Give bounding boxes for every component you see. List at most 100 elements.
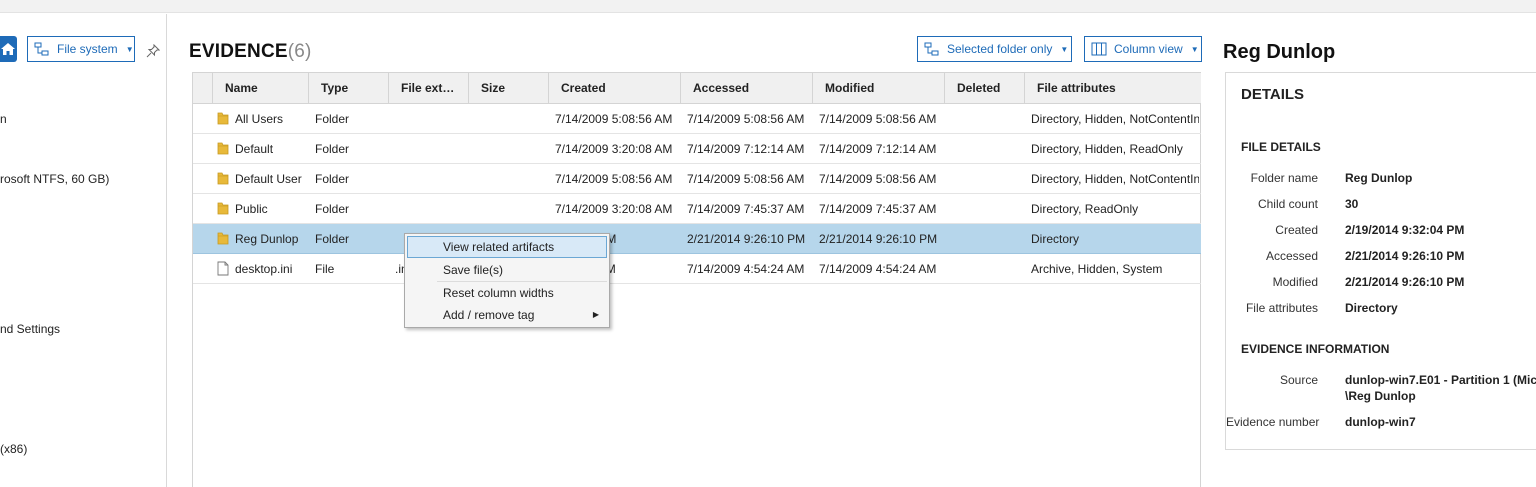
folder-filter-label: Selected folder only [947, 42, 1053, 56]
evidence-count: (6) [287, 41, 312, 62]
column-header-file-attributes[interactable]: File attributes [1025, 73, 1201, 104]
folder-filter-select[interactable]: Selected folder only ▼ [917, 36, 1072, 62]
file-details-heading: FILE DETAILS [1241, 140, 1321, 154]
cell-accessed: 7/14/2009 5:08:56 AM [687, 112, 805, 126]
detail-label: Modified [1272, 275, 1318, 289]
cell-modified: 7/14/2009 5:08:56 AM [819, 172, 937, 186]
cell-name: desktop.ini [235, 262, 293, 276]
table-row[interactable]: Default User Folder 7/14/2009 5:08:56 AM 7/… [193, 164, 1201, 194]
column-header-deleted[interactable]: Deleted [945, 73, 1025, 104]
tree-item[interactable]: n [0, 112, 7, 126]
cell-modified: 7/14/2009 7:12:14 AM [819, 142, 937, 156]
details-panel: DETAILS FILE DETAILS Folder name Reg Dun… [1225, 72, 1536, 450]
detail-value: 2/21/2014 9:26:10 PM [1345, 275, 1465, 289]
tree-view-icon [34, 42, 49, 56]
menu-item-add-remove-tag[interactable]: Add / remove tag ▶ [407, 304, 607, 326]
cell-ext [395, 194, 469, 224]
cell-size [475, 104, 549, 134]
view-mode-label: Column view [1114, 42, 1183, 56]
home-icon [1, 43, 15, 55]
context-menu: View related artifacts Save file(s) Rese… [404, 233, 610, 328]
cell-deleted [951, 194, 1025, 224]
cell-accessed: 2/21/2014 9:26:10 PM [687, 232, 806, 246]
cell-size [475, 164, 549, 194]
table-row[interactable]: Public Folder 7/14/2009 3:20:08 AM 7/14/200… [193, 194, 1201, 224]
table-row[interactable]: Reg DunlopFolder9:32:04 PM2/21/2014 9:26… [193, 224, 1201, 254]
cell-modified: 2/21/2014 9:26:10 PM [819, 232, 938, 246]
details-heading: DETAILS [1241, 86, 1305, 103]
cell-created: 7/14/2009 5:08:56 AM [555, 172, 673, 186]
grid-header: Name Type File ext… Size Created Accesse… [193, 73, 1201, 104]
detail-label: File attributes [1245, 301, 1318, 315]
column-header-modified[interactable]: Modified [813, 73, 945, 104]
detail-value: dunlop-win7 [1345, 415, 1416, 429]
cell-attributes: Directory [1031, 232, 1080, 246]
cell-accessed: 7/14/2009 7:12:14 AM [687, 142, 805, 156]
tree-item[interactable]: rosoft NTFS, 60 GB) [0, 172, 109, 186]
detail-label: Created [1275, 223, 1318, 237]
menu-item-save-files[interactable]: Save file(s) [407, 259, 607, 281]
tree-item[interactable]: nd Settings [0, 322, 60, 336]
cell-type: Folder [315, 172, 350, 186]
column-view-icon [1091, 42, 1107, 56]
detail-value: Directory [1345, 301, 1398, 315]
cell-attributes: Directory, ReadOnly [1031, 202, 1139, 216]
folder-icon [217, 231, 229, 248]
cell-name: Default User [235, 172, 302, 186]
table-row[interactable]: Default Folder 7/14/2009 3:20:08 AM 7/14/20… [193, 134, 1201, 164]
evidence-grid: Name Type File ext… Size Created Accesse… [192, 72, 1201, 487]
table-row[interactable]: All Users Folder 7/14/2009 5:08:56 AM 7/14/… [193, 104, 1201, 134]
cell-attributes: Directory, Hidden, NotContentIn [1031, 172, 1199, 186]
folder-icon [217, 171, 229, 188]
cell-modified: 7/14/2009 7:45:37 AM [819, 202, 937, 216]
cell-type: Folder [315, 112, 350, 126]
pin-icon[interactable] [146, 44, 160, 58]
detail-label: Folder name [1250, 171, 1318, 185]
cell-accessed: 7/14/2009 4:54:24 AM [687, 262, 805, 276]
menu-item-reset-column-widths[interactable]: Reset column widths [407, 282, 607, 304]
cell-ext [395, 164, 469, 194]
column-header-created[interactable]: Created [549, 73, 681, 104]
cell-deleted [951, 164, 1025, 194]
column-header-type[interactable]: Type [309, 73, 389, 104]
column-header-name[interactable]: Name [213, 73, 309, 104]
column-header-file-ext[interactable]: File ext… [389, 73, 469, 104]
tree-item[interactable]: (x86) [0, 442, 27, 456]
table-row[interactable]: desktop.iniFile.in4:54:24 AM7/14/2009 4:… [193, 254, 1201, 284]
detail-label: Source [1279, 373, 1318, 387]
window-top-strip [0, 0, 1536, 13]
column-header-size[interactable]: Size [469, 73, 549, 104]
detail-value: 2/19/2014 9:32:04 PM [1345, 223, 1465, 237]
cell-deleted [951, 224, 1025, 254]
column-header-accessed[interactable]: Accessed [681, 73, 813, 104]
file-system-select-label: File system [57, 42, 118, 56]
file-system-select[interactable]: File system ▼ [27, 36, 135, 62]
submenu-arrow-icon: ▶ [592, 310, 599, 319]
detail-label: Evidence number [1226, 415, 1320, 429]
detail-label: Accessed [1265, 249, 1318, 263]
left-panel: File system ▼ n rosoft NTFS, 60 GB) nd S… [0, 14, 167, 487]
evidence-title-text: EVIDENCE [189, 41, 288, 62]
cell-name: Public [235, 202, 268, 216]
cell-attributes: Directory, Hidden, ReadOnly [1031, 142, 1183, 156]
folder-icon [217, 111, 229, 128]
cell-accessed: 7/14/2009 5:08:56 AM [687, 172, 805, 186]
evidence-info-heading: EVIDENCE INFORMATION [1241, 342, 1390, 356]
cell-accessed: 7/14/2009 7:45:37 AM [687, 202, 805, 216]
view-mode-select[interactable]: Column view ▼ [1084, 36, 1202, 62]
menu-item-view-related-artifacts[interactable]: View related artifacts [407, 236, 607, 258]
cell-attributes: Archive, Hidden, System [1031, 262, 1163, 276]
home-button[interactable] [0, 36, 17, 62]
cell-modified: 7/14/2009 5:08:56 AM [819, 112, 937, 126]
cell-created: 7/14/2009 3:20:08 AM [555, 142, 673, 156]
cell-ext [395, 134, 469, 164]
cell-type: Folder [315, 142, 350, 156]
detail-value: Reg Dunlop [1345, 171, 1413, 185]
column-header-spacer [193, 73, 213, 104]
cell-name: All Users [235, 112, 284, 126]
chevron-down-icon: ▼ [1190, 44, 1199, 54]
file-icon [217, 261, 229, 279]
cell-attributes: Directory, Hidden, NotContentIn [1031, 112, 1199, 126]
menu-item-add-remove-tag-label: Add / remove tag [443, 308, 535, 322]
cell-type: File [315, 262, 335, 276]
